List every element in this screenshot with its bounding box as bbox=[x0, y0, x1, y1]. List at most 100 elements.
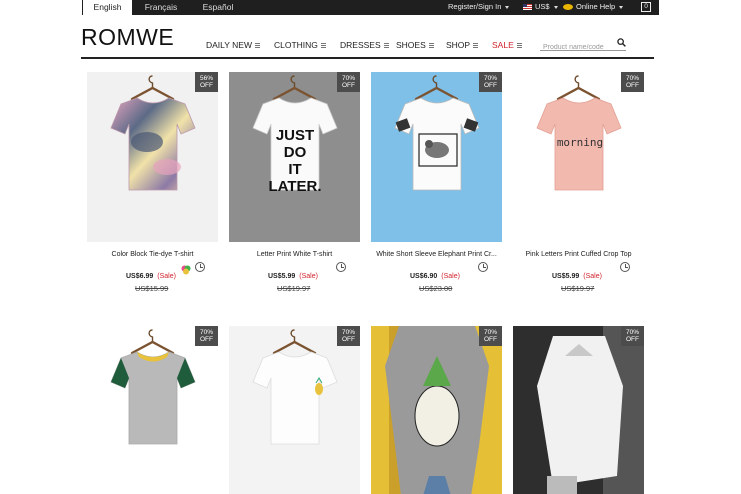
menu-lines-icon bbox=[320, 43, 326, 49]
sale-price: US$5.99 bbox=[552, 273, 580, 280]
discount-percent: 70% bbox=[199, 329, 213, 336]
menu-lines-icon bbox=[383, 43, 389, 49]
discount-off: OFF bbox=[342, 82, 355, 89]
nav-label: CLOTHING bbox=[274, 40, 318, 50]
sale-tag: (Sale) bbox=[583, 273, 602, 280]
discount-badge: 70% OFF bbox=[621, 326, 644, 346]
currency-menu[interactable]: US$ bbox=[523, 0, 558, 15]
register-sign-in-label: Register/Sign In bbox=[448, 2, 502, 11]
sale-tag: (Sale) bbox=[441, 273, 460, 280]
product-image[interactable]: 70% OFF bbox=[513, 326, 644, 494]
discount-badge: 70% OFF bbox=[479, 72, 502, 92]
product-name[interactable]: Color Block Tie-dye T-shirt bbox=[87, 251, 218, 258]
nav-label: SALE bbox=[492, 40, 514, 50]
original-price: US$15.99 bbox=[135, 284, 169, 293]
discount-off: OFF bbox=[342, 336, 355, 343]
clock-icon bbox=[195, 262, 205, 272]
brand-logo[interactable]: ROMWE bbox=[81, 24, 174, 51]
sale-price: US$5.99 bbox=[268, 273, 296, 280]
product-photo bbox=[371, 326, 502, 494]
product-image[interactable]: 70% OFF bbox=[229, 326, 360, 494]
discount-badge: 70% OFF bbox=[621, 72, 644, 92]
cart-count: 0 bbox=[644, 3, 648, 10]
lang-english[interactable]: English bbox=[82, 0, 132, 15]
product-photo bbox=[371, 72, 502, 242]
product-image[interactable]: 70% OFF bbox=[87, 326, 218, 494]
product-name[interactable]: Pink Letters Print Cuffed Crop Top bbox=[513, 251, 644, 258]
svg-text:IT: IT bbox=[288, 161, 301, 178]
header-divider bbox=[81, 57, 654, 59]
product-price: US$6.90 (Sale) bbox=[410, 273, 460, 280]
search-icon[interactable] bbox=[617, 38, 626, 47]
menu-lines-icon bbox=[428, 43, 434, 49]
product-photo bbox=[513, 326, 644, 494]
svg-text:JUST: JUST bbox=[276, 127, 314, 144]
chevron-down-icon bbox=[553, 5, 558, 9]
nav-label: SHOES bbox=[396, 40, 426, 50]
discount-percent: 56% bbox=[199, 75, 213, 82]
menu-lines-icon bbox=[516, 43, 522, 49]
sale-price: US$6.90 bbox=[410, 273, 438, 280]
nav-clothing[interactable]: CLOTHING bbox=[274, 39, 326, 51]
discount-percent: 70% bbox=[341, 75, 355, 82]
product-photo: morning bbox=[513, 72, 644, 242]
discount-badge: 56% OFF bbox=[195, 72, 218, 92]
product-image[interactable]: JUST DO IT LATER. 70% OFF bbox=[229, 72, 360, 242]
nav-label: SHOP bbox=[446, 40, 471, 50]
original-price: US$19.97 bbox=[277, 284, 311, 293]
register-sign-in-menu[interactable]: Register/Sign In bbox=[448, 0, 510, 15]
discount-off: OFF bbox=[626, 336, 639, 343]
discount-percent: 70% bbox=[483, 75, 497, 82]
product-name[interactable]: Letter Print White T-shirt bbox=[229, 251, 360, 258]
discount-percent: 70% bbox=[341, 329, 355, 336]
discount-badge: 70% OFF bbox=[195, 326, 218, 346]
nav-dresses[interactable]: DRESSES bbox=[340, 39, 389, 51]
nav-shoes[interactable]: SHOES bbox=[396, 39, 434, 51]
product-image[interactable]: morning 70% OFF bbox=[513, 72, 644, 242]
product-photo bbox=[87, 326, 218, 494]
nav-daily-new[interactable]: DAILY NEW bbox=[206, 39, 260, 51]
discount-off: OFF bbox=[484, 82, 497, 89]
sale-price: US$6.99 bbox=[126, 273, 154, 280]
online-help-label: Online Help bbox=[576, 2, 616, 11]
cart-button[interactable]: 0 bbox=[641, 2, 651, 12]
discount-off: OFF bbox=[200, 336, 213, 343]
nav-sale[interactable]: SALE bbox=[492, 39, 522, 51]
discount-off: OFF bbox=[484, 336, 497, 343]
lang-espanol[interactable]: Español bbox=[194, 0, 242, 15]
discount-off: OFF bbox=[626, 82, 639, 89]
discount-percent: 70% bbox=[625, 329, 639, 336]
product-price: US$5.99 (Sale) bbox=[552, 273, 602, 280]
sale-tag: (Sale) bbox=[299, 273, 318, 280]
search-input[interactable] bbox=[540, 40, 614, 55]
nav-label: DAILY NEW bbox=[206, 40, 252, 50]
sale-tag: (Sale) bbox=[157, 273, 176, 280]
product-image[interactable]: 56% OFF bbox=[87, 72, 218, 242]
product-name[interactable]: White Short Sleeve Elephant Print Cr... bbox=[371, 251, 502, 258]
color-options-icon[interactable] bbox=[181, 262, 191, 275]
discount-off: OFF bbox=[200, 82, 213, 89]
svg-text:morning: morning bbox=[557, 136, 603, 149]
product-photo bbox=[87, 72, 218, 242]
product-price: US$5.99 (Sale) bbox=[268, 273, 318, 280]
product-image[interactable]: 70% OFF bbox=[371, 72, 502, 242]
chevron-down-icon bbox=[505, 5, 510, 9]
svg-text:LATER.: LATER. bbox=[268, 178, 321, 195]
nav-shop[interactable]: SHOP bbox=[446, 39, 479, 51]
top-bar: English Français Español Register/Sign I… bbox=[0, 0, 741, 15]
discount-percent: 70% bbox=[483, 329, 497, 336]
chevron-down-icon bbox=[619, 5, 624, 9]
discount-percent: 70% bbox=[625, 75, 639, 82]
product-price: US$6.99 (Sale) bbox=[126, 273, 176, 280]
discount-badge: 70% OFF bbox=[479, 326, 502, 346]
discount-badge: 70% OFF bbox=[337, 72, 360, 92]
clock-icon bbox=[478, 262, 488, 272]
online-help-menu[interactable]: Online Help bbox=[563, 0, 624, 15]
search-box bbox=[540, 36, 626, 55]
clock-icon bbox=[620, 262, 630, 272]
product-photo bbox=[229, 326, 360, 494]
product-image[interactable]: 70% OFF bbox=[371, 326, 502, 494]
product-photo: JUSTDOITLATER. bbox=[229, 72, 360, 242]
lang-francais[interactable]: Français bbox=[138, 0, 184, 15]
original-price: US$19.97 bbox=[561, 284, 595, 293]
